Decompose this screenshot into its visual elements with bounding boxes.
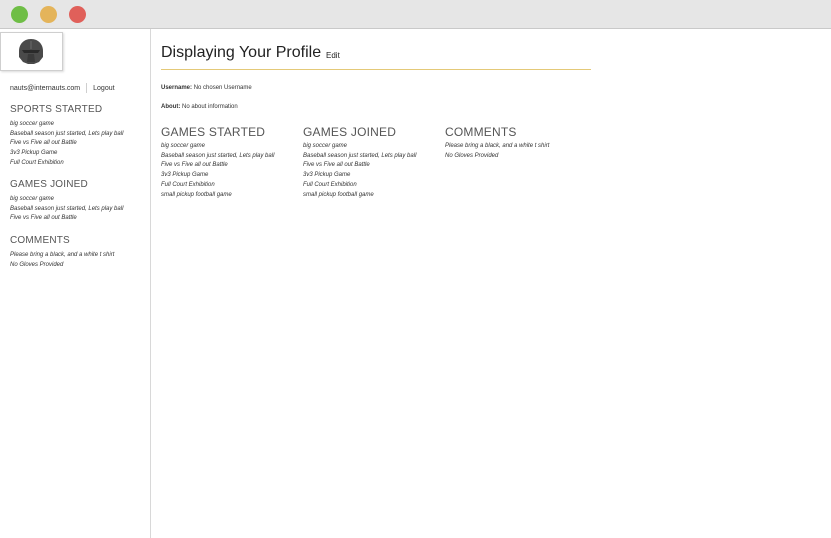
- list-item: No Gloves Provided: [445, 152, 499, 159]
- about-value: No about information: [182, 104, 238, 110]
- close-button[interactable]: [69, 6, 86, 23]
- account-bar: nauts@internauts.com Logout: [10, 83, 115, 93]
- list-item[interactable]: Baseball season just started, Lets play …: [10, 130, 123, 140]
- username-field: Username: No chosen Username: [161, 85, 252, 91]
- username-label: Username:: [161, 85, 193, 91]
- list-item[interactable]: big soccer game: [10, 120, 123, 130]
- list-item[interactable]: Five vs Five all out Battle: [161, 161, 274, 171]
- list-item[interactable]: Baseball season just started, Lets play …: [303, 152, 416, 162]
- username-value: No chosen Username: [193, 85, 252, 91]
- title-divider: [161, 69, 591, 70]
- section-title: GAMES JOINED: [303, 125, 397, 139]
- sidebar-sports-started: SPORTS STARTED big soccer game Baseball …: [10, 104, 123, 169]
- list-item: Please bring a black, and a white t shir…: [445, 143, 550, 149]
- minimize-button[interactable]: [40, 6, 57, 23]
- comments-column: COMMENTS Please bring a black, and a whi…: [445, 125, 549, 161]
- list-item[interactable]: 3v3 Pickup Game: [10, 149, 123, 159]
- list-item[interactable]: Baseball season just started, Lets play …: [10, 205, 123, 215]
- list-item[interactable]: Five vs Five all out Battle: [303, 161, 416, 171]
- edit-button[interactable]: Edit: [326, 51, 340, 60]
- list-item[interactable]: Five vs Five all out Battle: [10, 214, 123, 224]
- divider: [86, 83, 88, 93]
- list-item[interactable]: big soccer game: [10, 195, 123, 205]
- about-field: About: No about information: [161, 104, 238, 110]
- helmet-avatar-icon: [19, 39, 43, 64]
- games-started-column: GAMES STARTED big soccer game Baseball s…: [161, 125, 274, 200]
- list-item[interactable]: big soccer game: [161, 142, 274, 152]
- list-item[interactable]: Full Court Exhibition: [10, 159, 123, 169]
- section-title: COMMENTS: [10, 235, 70, 246]
- list-item[interactable]: big soccer game: [303, 142, 416, 152]
- avatar[interactable]: [0, 32, 63, 71]
- section-title: GAMES STARTED: [161, 125, 266, 139]
- list-item: Please bring a black, and a white t shir…: [10, 252, 115, 258]
- list-item[interactable]: 3v3 Pickup Game: [303, 171, 416, 181]
- section-title: GAMES JOINED: [10, 179, 88, 190]
- sidebar-games-joined: GAMES JOINED big soccer game Baseball se…: [10, 179, 123, 224]
- games-joined-column: GAMES JOINED big soccer game Baseball se…: [303, 125, 416, 200]
- list-item[interactable]: Full Court Exhibition: [303, 181, 416, 191]
- list-item[interactable]: Baseball season just started, Lets play …: [161, 152, 274, 162]
- section-title: COMMENTS: [445, 125, 517, 139]
- list-item[interactable]: small pickup football game: [161, 191, 274, 201]
- window-titlebar: [0, 0, 831, 29]
- sidebar: nauts@internauts.com Logout SPORTS START…: [0, 29, 151, 538]
- section-title: SPORTS STARTED: [10, 104, 103, 115]
- list-item[interactable]: 3v3 Pickup Game: [161, 171, 274, 181]
- maximize-button[interactable]: [11, 6, 28, 23]
- logout-link[interactable]: Logout: [93, 85, 114, 92]
- about-label: About:: [161, 104, 181, 110]
- list-item[interactable]: small pickup football game: [303, 191, 416, 201]
- account-email: nauts@internauts.com: [10, 84, 81, 92]
- sidebar-comments: COMMENTS Please bring a black, and a whi…: [10, 235, 114, 270]
- page-title: Displaying Your Profile: [161, 44, 322, 61]
- list-item[interactable]: Full Court Exhibition: [161, 181, 274, 191]
- list-item[interactable]: Five vs Five all out Battle: [10, 139, 123, 149]
- list-item: No Gloves Provided: [10, 261, 64, 268]
